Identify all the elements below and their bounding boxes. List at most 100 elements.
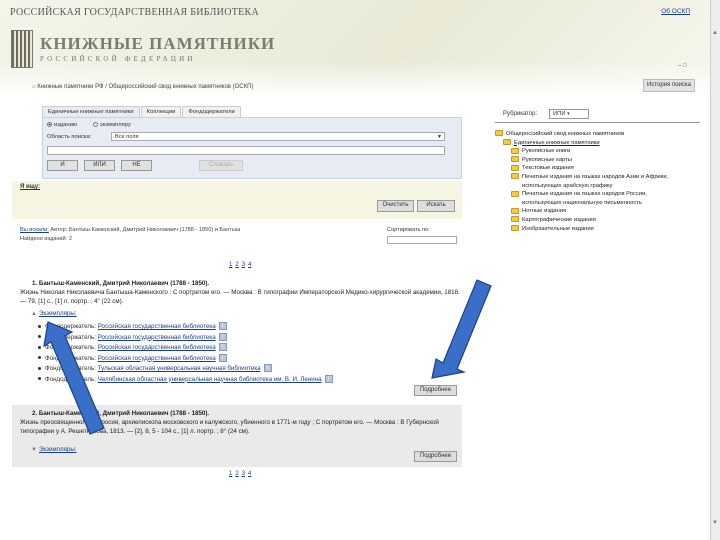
and-button[interactable]: И [47, 160, 78, 171]
folder-icon [511, 216, 519, 223]
search-history-button[interactable]: История поиска [643, 79, 695, 92]
tree-node[interactable]: использующих национальную письменность [495, 199, 705, 208]
pager-top: 1234 [229, 262, 254, 268]
you-searched-label: Вы искали: [20, 227, 49, 233]
you-searched-text: Автор: Бантыш-Каменский, Дмитрий Николае… [50, 227, 241, 233]
page-link[interactable]: 3 [242, 262, 245, 268]
details-button[interactable]: Подробнее [414, 451, 457, 462]
tree-node[interactable]: Общероссийский свод книжных памятников [495, 130, 705, 139]
clear-button[interactable]: Очистить [377, 200, 414, 212]
chevron-down-icon[interactable]: ▾ [567, 111, 570, 117]
tree-node[interactable]: Картографические издания [495, 216, 705, 225]
found-value: 2 [68, 236, 72, 242]
holder-link[interactable]: Российская государственная библиотека [98, 355, 216, 362]
info-icon[interactable]: i [218, 332, 227, 341]
folder-icon [503, 139, 511, 146]
scrollbar[interactable] [710, 0, 720, 540]
record-2: 2. Бантыш-Каменский, Дмитрий Николаевич … [20, 409, 460, 436]
tab-holders[interactable]: Фондодержатели [182, 106, 241, 117]
holder-link[interactable]: Российская государственная библиотека [98, 323, 216, 330]
holder-link[interactable]: Российская государственная библиотека [98, 334, 216, 341]
chevron-down-icon[interactable]: ▼ [437, 133, 442, 141]
holdings-list: Фондодержатель: Российская государственн… [38, 322, 333, 386]
info-icon[interactable]: i [263, 364, 272, 373]
page-link[interactable]: 3 [242, 471, 245, 477]
sort-select[interactable] [387, 236, 457, 244]
radio-copy[interactable]: экземпляру [92, 122, 131, 128]
record-1: 1. Бантыш-Каменский, Дмитрий Николаевич … [20, 279, 460, 306]
holding-row: Фондодержатель: Челябинская областная ун… [38, 374, 333, 386]
holder-link[interactable]: Российская государственная библиотека [98, 344, 216, 351]
radio-edition[interactable]: изданию [47, 122, 77, 128]
holding-row: Фондодержатель: Российская государственн… [38, 343, 318, 354]
tree-node[interactable]: использующих арабскую графику [495, 182, 705, 191]
folder-icon [511, 164, 519, 171]
search-area-select[interactable]: Все поля ▼ [111, 132, 445, 141]
tree-node[interactable]: Изобразительные издания [495, 225, 705, 234]
copies-toggle[interactable]: ▼ Экземпляры: [31, 446, 77, 453]
page-link[interactable]: 2 [235, 262, 238, 268]
breadcrumb-text[interactable]: Книжные памятники РФ / Общероссийский св… [37, 84, 253, 90]
holder-link[interactable]: Челябинская областная универсальная науч… [98, 376, 322, 383]
record-description: Жизнь преосвященного Амвросия, архиеписк… [20, 419, 439, 435]
info-icon[interactable]: i [218, 353, 227, 362]
tree-node[interactable]: Рукописные карты [495, 156, 705, 165]
record-title[interactable]: 1. Бантыш-Каменский, Дмитрий Николаевич … [32, 279, 460, 288]
not-button[interactable]: НЕ [121, 160, 152, 171]
page-link[interactable]: 2 [235, 471, 238, 477]
scroll-up-icon[interactable]: ▲ [712, 30, 718, 36]
logo-icon [11, 30, 33, 68]
tree-node[interactable]: Нотные издания [495, 207, 705, 216]
folder-icon [511, 147, 519, 154]
find-button[interactable]: Искать [417, 200, 455, 212]
tree-node-label: Печатные издания на языках народов Азии … [522, 173, 669, 180]
home-icon[interactable]: ⌂ [32, 84, 36, 90]
radio-empty-icon[interactable] [92, 122, 98, 127]
holding-row: Фондодержатель: Российская государственн… [38, 353, 318, 365]
logo-subtitle: РОССИЙСКОЙ ФЕДЕРАЦИИ [40, 55, 196, 63]
tree-node-label: Рукописные карты [522, 156, 572, 163]
rubricator-tree: Общероссийский свод книжных памятников Ед… [495, 130, 705, 233]
details-button[interactable]: Подробнее [414, 385, 457, 396]
search-mode-radios: изданию экземпляру [47, 122, 145, 128]
triangle-down-icon[interactable]: ▼ [31, 447, 37, 453]
folder-icon [511, 207, 519, 214]
tab-collections[interactable]: Коллекции [140, 106, 182, 117]
rubricator-select[interactable]: ИПИ ▾ [549, 109, 589, 119]
holder-link[interactable]: Тульская областная универсальная научная… [98, 365, 261, 372]
info-icon[interactable]: i [218, 322, 227, 331]
tree-node[interactable]: Печатные издания на языках народов Росси… [495, 190, 705, 199]
info-icon[interactable]: i [218, 343, 227, 352]
about-link[interactable]: Об ОСКП [661, 8, 690, 15]
page-link[interactable]: 1 [229, 262, 232, 268]
query-input[interactable] [47, 146, 445, 155]
page-link[interactable]: 4 [248, 262, 251, 268]
info-icon[interactable]: i [324, 374, 333, 383]
folder-icon [495, 130, 503, 137]
breadcrumb: ⌂ Книжные памятники РФ / Общероссийский … [32, 84, 253, 90]
divider [495, 122, 700, 123]
tree-node[interactable]: Рукописные книги [495, 147, 705, 156]
tree-node[interactable]: Печатные издания на языках народов Азии … [495, 173, 705, 182]
tree-node-label: Нотные издания [522, 208, 567, 215]
copies-toggle[interactable]: ▲ Экземпляры: [31, 310, 77, 317]
radio-selected-icon[interactable] [47, 122, 52, 127]
tab-single-monuments[interactable]: Единичные книжные памятники [42, 106, 140, 117]
dictionary-button[interactable]: Словарь [199, 160, 243, 171]
scroll-down-icon[interactable]: ▼ [712, 520, 718, 526]
holding-row: Фондодержатель: Российская государственн… [38, 322, 318, 333]
tree-node[interactable]: Единичные книжные памятники [495, 139, 705, 148]
bullet-icon [38, 366, 41, 370]
logo-title: КНИЖНЫЕ ПАМЯТНИКИ [40, 34, 276, 53]
page-link[interactable]: 4 [248, 471, 251, 477]
bullet-icon [38, 324, 41, 328]
or-button[interactable]: ИЛИ [84, 160, 115, 171]
tree-node[interactable]: Текстовые издания [495, 164, 705, 173]
window-controls-icon[interactable]: – □ [678, 63, 687, 69]
record-title[interactable]: 2. Бантыш-Каменский, Дмитрий Николаевич … [32, 409, 460, 418]
bullet-icon [38, 377, 41, 381]
bullet-icon [38, 356, 41, 360]
page-link[interactable]: 1 [229, 471, 232, 477]
triangle-up-icon[interactable]: ▲ [31, 311, 37, 317]
tree-node-label: Текстовые издания [522, 165, 574, 172]
